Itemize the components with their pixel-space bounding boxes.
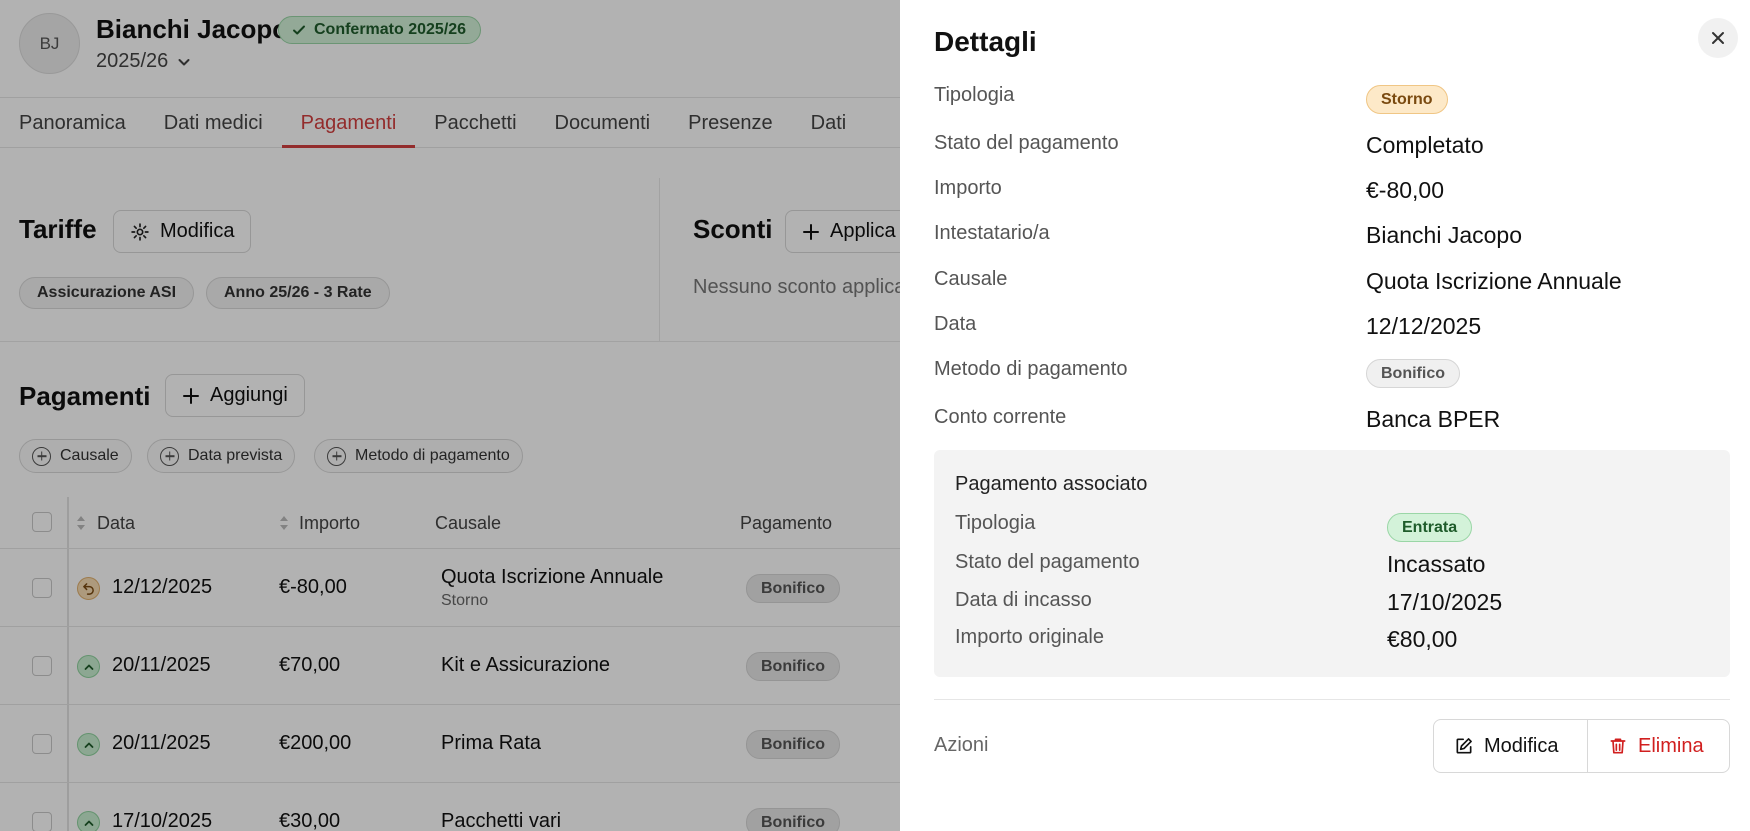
assoc-tipologia-label: Tipologia — [955, 512, 1036, 534]
importo-label: Importo — [934, 177, 1002, 199]
causale-value: Quota Iscrizione Annuale — [1366, 268, 1622, 294]
assoc-tipologia-badge: Entrata — [1387, 513, 1473, 542]
tipologia-label: Tipologia — [934, 84, 1015, 106]
close-button[interactable] — [1698, 18, 1738, 58]
trash-icon — [1610, 738, 1626, 754]
assoc-originale-label: Importo originale — [955, 626, 1104, 648]
associated-payment-card: Pagamento associato Tipologia Entrata St… — [934, 450, 1730, 677]
assoc-incasso-value: 17/10/2025 — [1387, 589, 1503, 615]
close-icon — [1712, 32, 1724, 44]
data-label: Data — [934, 313, 977, 335]
stato-label: Stato del pagamento — [934, 132, 1119, 154]
assoc-stato-value: Incassato — [1387, 551, 1486, 577]
actions-label: Azioni — [934, 734, 989, 756]
causale-label: Causale — [934, 268, 1008, 290]
associated-payment-title: Pagamento associato — [955, 473, 1148, 495]
edit-payment-button[interactable]: Modifica — [1434, 720, 1588, 772]
conto-label: Conto corrente — [934, 406, 1067, 428]
actions-button-group: Modifica Elimina — [1433, 719, 1730, 773]
metodo-label: Metodo di pagamento — [934, 358, 1128, 380]
data-value: 12/12/2025 — [1366, 313, 1482, 339]
assoc-incasso-label: Data di incasso — [955, 589, 1092, 611]
assoc-stato-label: Stato del pagamento — [955, 551, 1140, 573]
delete-payment-label: Elimina — [1638, 734, 1704, 757]
importo-value: €-80,00 — [1366, 177, 1445, 203]
payment-details-panel: Dettagli Tipologia Storno Stato del paga… — [900, 0, 1750, 831]
delete-payment-button[interactable]: Elimina — [1588, 720, 1729, 772]
modal-backdrop[interactable] — [0, 0, 900, 831]
stato-value: Completato — [1366, 132, 1484, 158]
assoc-originale-value: €80,00 — [1387, 626, 1458, 652]
divider — [934, 699, 1730, 700]
tipologia-badge: Storno — [1366, 85, 1448, 114]
edit-payment-label: Modifica — [1484, 734, 1559, 757]
intestatario-value: Bianchi Jacopo — [1366, 222, 1522, 248]
metodo-badge: Bonifico — [1366, 359, 1460, 388]
edit-icon — [1456, 738, 1472, 754]
intestatario-label: Intestatario/a — [934, 222, 1050, 244]
conto-value: Banca BPER — [1366, 406, 1501, 432]
panel-title: Dettagli — [934, 26, 1037, 57]
